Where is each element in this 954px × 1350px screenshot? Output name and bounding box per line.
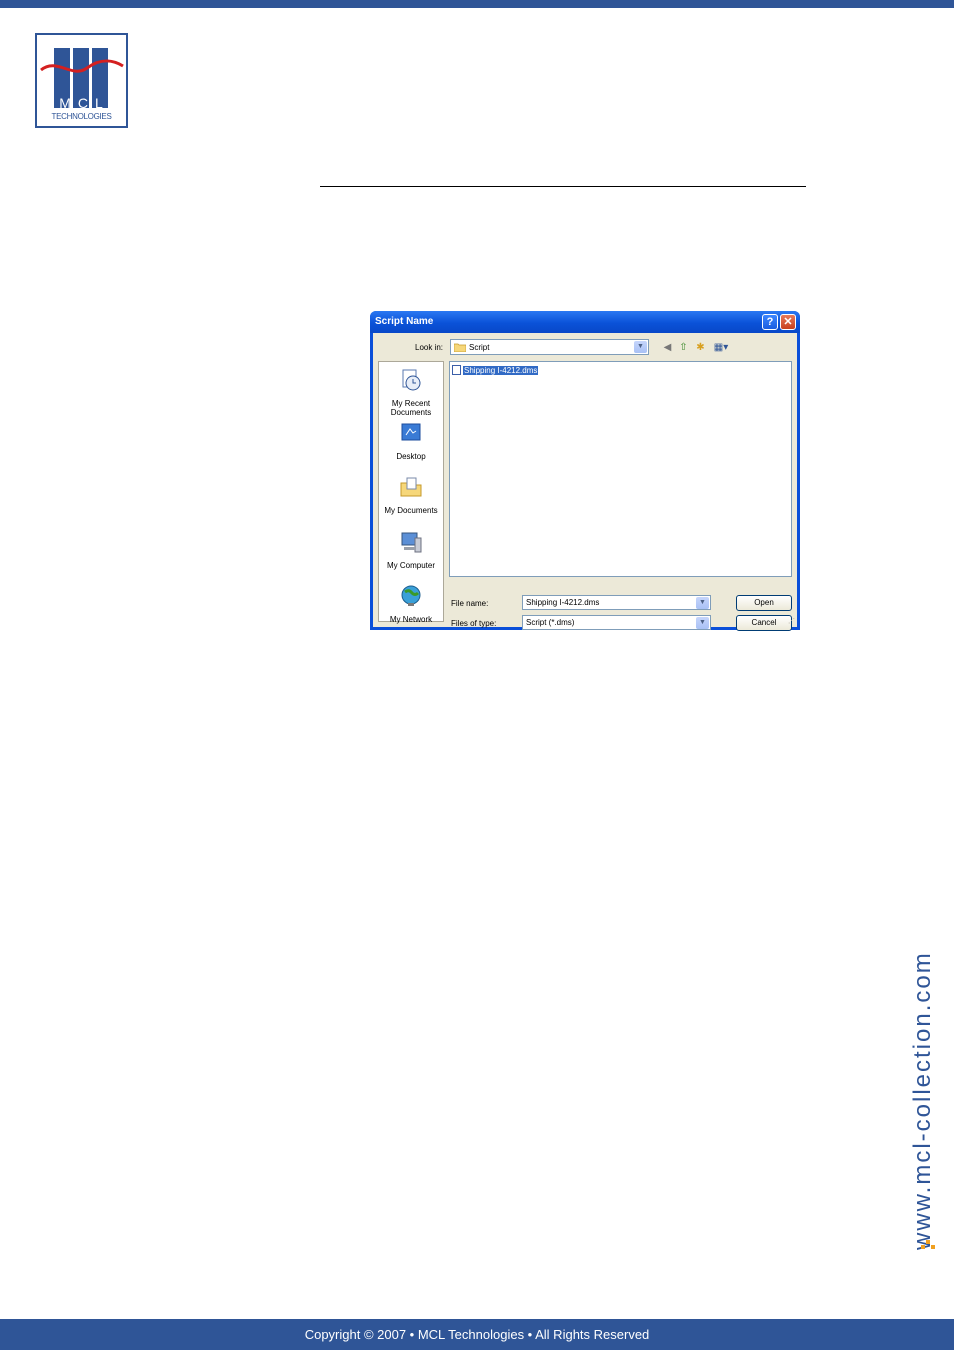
- cancel-button[interactable]: Cancel: [736, 615, 792, 631]
- dialog-client-area: Look in: Script ▼ ◀ ⇧ ✱ ▦▾ My Recent Doc…: [373, 333, 797, 631]
- chevron-down-icon[interactable]: ▼: [696, 617, 709, 629]
- file-name-label: File name:: [451, 599, 489, 608]
- help-button[interactable]: ?: [762, 314, 778, 330]
- dialog-titlebar[interactable]: Script Name ? ✕: [370, 311, 800, 333]
- place-label: My Computer: [386, 561, 435, 570]
- file-list[interactable]: Shipping I-4212.dms: [449, 361, 792, 577]
- file-name-field[interactable]: Shipping I-4212.dms ▼: [522, 595, 711, 610]
- file-type-value: Script (*.dms): [526, 618, 575, 627]
- script-file-icon: [452, 365, 461, 375]
- accent-dots-icon: [921, 1240, 935, 1249]
- views-menu-icon[interactable]: ▦▾: [711, 341, 731, 354]
- close-button[interactable]: ✕: [780, 314, 796, 330]
- script-name-dialog: Script Name ? ✕ Look in: Script ▼ ◀ ⇧ ✱ …: [370, 311, 800, 631]
- my-computer-icon: [401, 532, 422, 553]
- places-bar: My Recent Documents Desktop My Documents: [378, 361, 444, 624]
- place-desktop[interactable]: Desktop: [379, 421, 443, 461]
- dialog-title: Script Name: [375, 316, 434, 327]
- place-label: My Documents: [384, 506, 438, 515]
- look-in-value: Script: [469, 343, 490, 352]
- file-list-item[interactable]: Shipping I-4212.dms: [452, 364, 539, 376]
- recent-documents-icon: [402, 369, 421, 391]
- chevron-down-icon[interactable]: ▼: [634, 341, 647, 353]
- side-website-url: www.mcl-collection.com: [909, 951, 936, 1250]
- file-item-name: Shipping I-4212.dms: [463, 365, 539, 375]
- file-type-dropdown[interactable]: Script (*.dms) ▼: [522, 615, 711, 630]
- back-icon[interactable]: ◀: [661, 341, 674, 354]
- chevron-down-icon[interactable]: ▼: [696, 597, 709, 609]
- logo-mcl-text: MCL: [59, 95, 110, 111]
- place-my-documents[interactable]: My Documents: [379, 475, 443, 515]
- my-documents-icon: [400, 477, 422, 497]
- look-in-label: Look in:: [415, 343, 444, 352]
- file-name-value: Shipping I-4212.dms: [526, 598, 600, 607]
- place-label: Desktop: [396, 452, 426, 461]
- file-type-label: Files of type:: [451, 619, 497, 628]
- my-network-icon: [401, 585, 421, 606]
- look-in-dropdown[interactable]: Script ▼: [450, 339, 649, 355]
- mcl-logo: MCL TECHNOLOGIES: [35, 33, 128, 128]
- resize-grip-icon[interactable]: ⋰: [788, 618, 796, 626]
- footer-copyright: Copyright © 2007 • MCL Technologies • Al…: [304, 1327, 650, 1342]
- desktop-icon: [401, 423, 421, 441]
- place-label: My Recent Documents: [390, 399, 432, 417]
- logo-technologies-text: TECHNOLOGIES: [51, 112, 112, 121]
- top-banner: [0, 0, 954, 8]
- new-folder-icon[interactable]: ✱: [694, 341, 707, 354]
- place-my-computer[interactable]: My Computer: [379, 530, 443, 570]
- footer-bar: Copyright © 2007 • MCL Technologies • Al…: [0, 1319, 954, 1350]
- open-button[interactable]: Open: [736, 595, 792, 611]
- section-divider: [320, 186, 806, 187]
- place-label: My Network: [389, 615, 433, 624]
- place-my-network[interactable]: My Network: [379, 584, 443, 624]
- folder-icon: [454, 343, 466, 352]
- up-folder-icon[interactable]: ⇧: [677, 341, 690, 354]
- place-my-recent-documents[interactable]: My Recent Documents: [379, 368, 443, 417]
